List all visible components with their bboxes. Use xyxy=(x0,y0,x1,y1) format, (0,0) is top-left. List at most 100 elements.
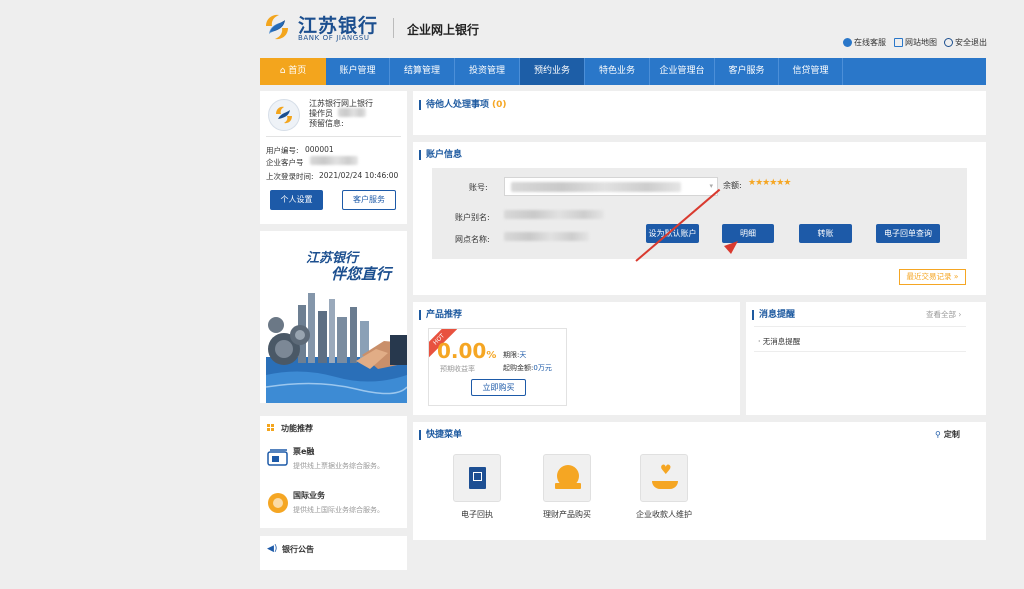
term-value: 天 xyxy=(519,351,527,359)
bank-logo-icon xyxy=(276,106,292,124)
logout-label: 安全退出 xyxy=(955,38,987,47)
quick-item-payee-maintenance[interactable]: ♥ 企业收款人维护 xyxy=(624,454,704,520)
user-info-panel: 江苏银行网上银行 操作员 预留信息: 用户编号: 000001 企业客户号 上次… xyxy=(260,91,407,224)
feature-name: 票e融 xyxy=(293,447,315,456)
nav-enterprise-console[interactable]: 企业管理台 xyxy=(650,58,715,85)
account-alias-label: 账户别名: xyxy=(455,213,490,222)
nav-account-management[interactable]: 账户管理 xyxy=(326,58,390,85)
term-label: 期限: xyxy=(503,351,520,359)
message-panel: 消息提醒 查看全部 › · 无消息提醒 xyxy=(746,302,986,415)
divider xyxy=(266,136,401,137)
divider xyxy=(754,351,966,352)
branch-name-label: 网点名称: xyxy=(455,235,490,244)
online-service-link[interactable]: 在线客服 xyxy=(843,37,886,48)
receipt-icon xyxy=(453,454,501,502)
rate-label: 预期收益率 xyxy=(440,365,475,373)
feature-item-international[interactable]: 国际业务 提供线上国际业务综合服务。 xyxy=(266,488,404,520)
feature-desc: 提供线上票据业务综合服务。 xyxy=(293,462,384,470)
buy-now-button[interactable]: 立即购买 xyxy=(471,379,526,396)
personal-settings-button[interactable]: 个人设置 xyxy=(270,190,323,210)
chevron-down-icon: ▾ xyxy=(709,182,713,190)
site-map-link[interactable]: 网站地图 xyxy=(894,37,937,48)
account-info-title: 账户信息 xyxy=(419,150,462,160)
customer-no-masked xyxy=(310,156,358,165)
balance-label: 余额: xyxy=(723,181,742,190)
bank-logo-icon xyxy=(266,14,288,40)
customer-no-label: 企业客户号 xyxy=(266,158,304,167)
product-rate: 0.00% xyxy=(437,339,496,363)
view-all-label: 查看全部 xyxy=(926,310,956,319)
customize-link[interactable]: ⚲ 定制 xyxy=(935,429,960,440)
quick-menu-title: 快捷菜单 xyxy=(419,430,462,440)
main-nav: ⌂ 首页 账户管理 结算管理 投资管理 预约业务 特色业务 企业管理台 客户服务… xyxy=(260,58,986,85)
nav-investment-management[interactable]: 投资管理 xyxy=(455,58,520,85)
quick-item-label: 电子回执 xyxy=(461,510,493,519)
site-map-label: 网站地图 xyxy=(905,38,937,47)
nav-customer-service[interactable]: 客户服务 xyxy=(715,58,779,85)
account-info-panel: 账户信息 账号: ▾ 余额: ★★★★★★ 账户别名: 网点名称: 设为默认账户… xyxy=(413,142,986,295)
coin-icon xyxy=(543,454,591,502)
pending-items-panel: 待他人处理事项 (0) xyxy=(413,91,986,135)
logo-divider xyxy=(393,18,394,38)
user-no-value: 000001 xyxy=(305,145,334,154)
min-amount-label: 起购金额: xyxy=(503,364,534,372)
balance-masked-stars[interactable]: ★★★★★★ xyxy=(748,178,791,188)
bank-notice-panel[interactable]: ◀) 银行公告 xyxy=(260,536,407,570)
recent-transactions-link[interactable]: 最近交易记录 » xyxy=(899,269,966,285)
city-handshake-illustration xyxy=(266,293,407,403)
notice-title: 银行公告 xyxy=(282,545,314,554)
nav-home-label: 首页 xyxy=(288,66,307,76)
quick-item-wealth-purchase[interactable]: 理财产品购买 xyxy=(530,454,604,520)
logo-english-text: BANK OF JIANGSU xyxy=(298,34,370,42)
last-login-value: 2021/02/24 10:46:00 xyxy=(319,171,399,180)
user-no-label: 用户编号: xyxy=(266,146,299,155)
search-icon: ⚲ xyxy=(935,430,941,439)
e-receipt-query-button[interactable]: 电子回单查询 xyxy=(876,224,940,243)
banner-line2: 伴您直行 xyxy=(331,265,392,283)
user-avatar xyxy=(268,99,300,131)
feature-item-piaoerong[interactable]: 票e融 提供线上票据业务综合服务。 xyxy=(266,444,404,476)
nav-reservation-business[interactable]: 预约业务 xyxy=(520,58,585,85)
speaker-icon: ◀) xyxy=(267,544,278,554)
promo-banner[interactable]: 江苏银行 伴您直行 xyxy=(260,231,407,403)
branch-name-masked xyxy=(504,232,589,241)
product-title: 产品推荐 xyxy=(419,310,462,320)
pending-count[interactable]: (0) xyxy=(492,100,507,110)
quick-item-label: 企业收款人维护 xyxy=(636,510,692,519)
view-all-link[interactable]: 查看全部 › xyxy=(926,309,961,320)
bill-card-icon xyxy=(267,449,288,466)
transfer-button[interactable]: 转账 xyxy=(799,224,852,243)
nav-credit-management[interactable]: 信贷管理 xyxy=(779,58,843,85)
power-icon xyxy=(944,38,953,47)
last-login-label: 上次登录时间: xyxy=(266,172,314,181)
feature-desc: 提供线上国际业务综合服务。 xyxy=(293,506,384,514)
product-recommend-panel: 产品推荐 HOT 0.00% 预期收益率 期限:天 起购金额:0万元 立即购买 xyxy=(413,302,740,415)
reserved-info-label: 预留信息: xyxy=(309,119,344,128)
account-no-masked xyxy=(511,182,681,192)
headset-icon xyxy=(843,38,852,47)
logout-link[interactable]: 安全退出 xyxy=(944,37,987,48)
message-title: 消息提醒 xyxy=(752,310,795,320)
account-no-label: 账号: xyxy=(469,183,488,192)
product-card[interactable]: HOT 0.00% 预期收益率 期限:天 起购金额:0万元 立即购买 xyxy=(428,328,567,406)
nav-home[interactable]: ⌂ 首页 xyxy=(260,58,326,85)
operator-masked xyxy=(338,108,366,117)
rate-unit: % xyxy=(486,350,497,361)
rate-value: 0.00 xyxy=(437,339,487,363)
page-title: 企业网上银行 xyxy=(407,23,480,37)
account-select[interactable]: ▾ xyxy=(504,177,718,196)
annotation-arrowhead xyxy=(724,241,738,254)
quick-item-e-receipt[interactable]: 电子回执 xyxy=(440,454,514,520)
globe-icon xyxy=(268,493,288,513)
online-service-label: 在线客服 xyxy=(854,38,886,47)
map-icon xyxy=(894,38,903,47)
nav-settlement-management[interactable]: 结算管理 xyxy=(390,58,455,85)
quick-menu-panel: 快捷菜单 ⚲ 定制 电子回执 理财产品购买 ♥ 企业收款人维护 xyxy=(413,422,986,540)
grid-icon xyxy=(267,424,275,432)
nav-special-business[interactable]: 特色业务 xyxy=(585,58,650,85)
pending-title: 待他人处理事项 xyxy=(419,100,489,110)
home-icon: ⌂ xyxy=(279,66,286,76)
pending-header: 待他人处理事项 (0) xyxy=(419,100,507,110)
min-amount-row: 起购金额:0万元 xyxy=(503,363,552,373)
customer-service-button[interactable]: 客户服务 xyxy=(342,190,396,210)
